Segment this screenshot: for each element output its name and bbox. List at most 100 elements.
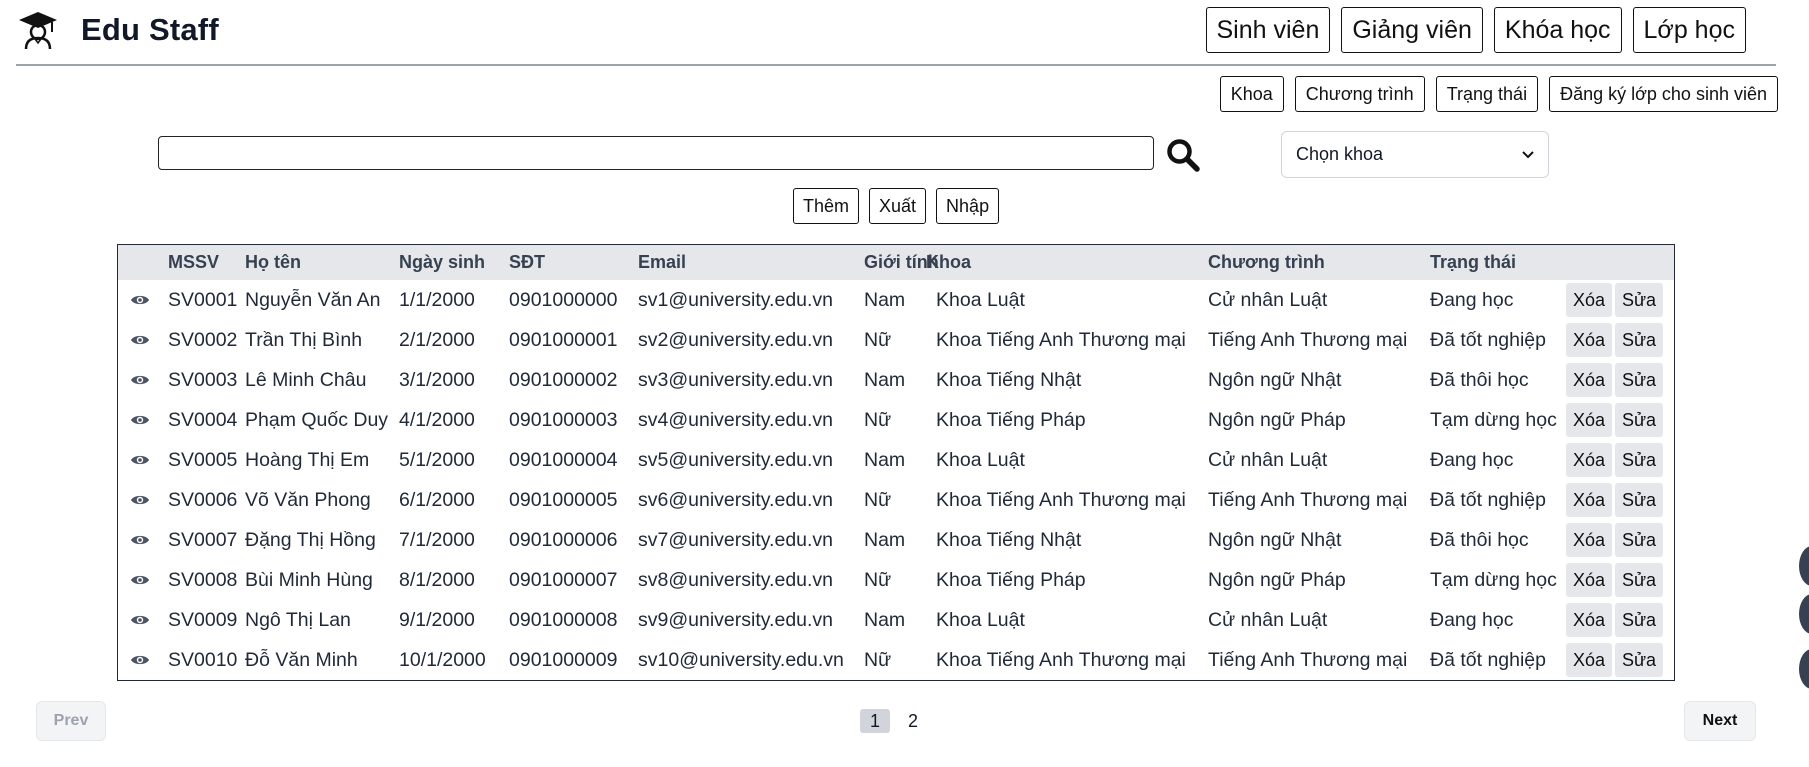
cell-gender: Nam (864, 528, 906, 551)
search-input[interactable] (158, 136, 1154, 170)
delete-button[interactable]: Xóa (1566, 283, 1613, 317)
cell-student-id: SV0008 (168, 568, 238, 591)
col-faculty: Khoa (926, 245, 1198, 280)
cell-name: Trần Thị Bình (245, 328, 363, 351)
export-button[interactable]: Xuất (869, 188, 927, 224)
eye-icon[interactable] (130, 373, 150, 387)
eye-icon[interactable] (130, 493, 150, 507)
eye-icon[interactable] (130, 333, 150, 347)
cell-edit: Sửa (1615, 440, 1674, 480)
next-page-button[interactable]: Next (1684, 701, 1756, 741)
cell-status: Tạm dừng học (1430, 568, 1557, 591)
cell-dob: 6/1/2000 (399, 488, 475, 511)
prev-page-button[interactable]: Prev (36, 701, 106, 741)
cell-edit: Sửa (1615, 280, 1674, 320)
cell-phone: 0901000008 (509, 608, 618, 631)
delete-button[interactable]: Xóa (1566, 363, 1613, 397)
delete-button[interactable]: Xóa (1566, 603, 1613, 637)
cell-phone: 0901000005 (509, 488, 618, 511)
delete-button[interactable]: Xóa (1566, 483, 1613, 517)
cell-name: Hoàng Thị Em (245, 448, 370, 471)
delete-button[interactable]: Xóa (1566, 523, 1613, 557)
delete-button[interactable]: Xóa (1566, 403, 1613, 437)
search-icon[interactable] (1166, 138, 1200, 172)
cell-delete: Xóa (1566, 320, 1615, 360)
edit-button[interactable]: Sửa (1615, 603, 1664, 637)
cell-edit: Sửa (1615, 640, 1674, 680)
students-table: MSSV Họ tên Ngày sinh SĐT Email Giới tín… (117, 244, 1675, 681)
nav-classes-button[interactable]: Lớp học (1632, 7, 1746, 53)
edit-button[interactable]: Sửa (1615, 323, 1664, 357)
cell-program: Cử nhân Luật (1208, 448, 1328, 471)
nav-students-button[interactable]: Sinh viên (1205, 7, 1331, 53)
table-row: SV0009 Ngô Thị Lan 9/1/2000 0901000008 sv9@u… (118, 600, 1674, 640)
col-status: Trạng thái (1420, 245, 1566, 280)
floating-action-button[interactable] (1799, 649, 1809, 689)
program-button[interactable]: Chương trình (1294, 76, 1425, 112)
delete-button[interactable]: Xóa (1566, 563, 1613, 597)
edit-button[interactable]: Sửa (1615, 483, 1664, 517)
cell-student-id: SV0001 (168, 288, 238, 311)
graduation-cap-icon (19, 12, 57, 50)
cell-email: sv4@university.edu.vn (638, 408, 834, 431)
delete-button[interactable]: Xóa (1566, 643, 1613, 677)
eye-icon[interactable] (130, 533, 150, 547)
main-nav: Sinh viên Giảng viên Khóa học Lớp học (1205, 7, 1746, 53)
eye-icon[interactable] (130, 573, 150, 587)
register-class-button[interactable]: Đăng ký lớp cho sinh viên (1549, 76, 1778, 112)
cell-phone: 0901000006 (509, 528, 618, 551)
nav-courses-button[interactable]: Khóa học (1493, 7, 1622, 53)
cell-view (118, 520, 158, 560)
cell-delete: Xóa (1566, 400, 1615, 440)
edit-button[interactable]: Sửa (1615, 283, 1664, 317)
floating-action-button[interactable] (1799, 594, 1809, 634)
cell-name: Đỗ Văn Minh (245, 648, 358, 671)
cell-dob: 3/1/2000 (399, 368, 475, 391)
eye-icon[interactable] (130, 293, 150, 307)
cell-email: sv10@university.edu.vn (638, 648, 844, 671)
cell-gender: Nam (864, 368, 906, 391)
page-1-button[interactable]: 1 (860, 709, 890, 733)
cell-delete: Xóa (1566, 440, 1615, 480)
edit-button[interactable]: Sửa (1615, 443, 1664, 477)
cell-view (118, 440, 158, 480)
edit-button[interactable]: Sửa (1615, 563, 1664, 597)
import-button[interactable]: Nhập (936, 188, 1000, 224)
cell-email: sv1@university.edu.vn (638, 288, 834, 311)
edit-button[interactable]: Sửa (1615, 403, 1664, 437)
page-2-button[interactable]: 2 (898, 709, 928, 733)
cell-view (118, 560, 158, 600)
nav-lecturers-button[interactable]: Giảng viên (1341, 7, 1483, 53)
cell-name: Lê Minh Châu (245, 368, 367, 391)
cell-status: Tạm dừng học (1430, 408, 1557, 431)
cell-faculty: Khoa Tiếng Nhật (936, 528, 1082, 551)
cell-student-id: SV0009 (168, 608, 238, 631)
cell-dob: 1/1/2000 (399, 288, 475, 311)
cell-name: Bùi Minh Hùng (245, 568, 373, 591)
edit-button[interactable]: Sửa (1615, 523, 1664, 557)
faculty-select[interactable]: Chọn khoa (1281, 131, 1549, 178)
cell-view (118, 360, 158, 400)
cell-gender: Nữ (864, 488, 892, 511)
eye-icon[interactable] (130, 413, 150, 427)
action-bar: Thêm Xuất Nhập (793, 188, 1000, 224)
table-row: SV0002 Trần Thị Bình 2/1/2000 0901000001 sv2… (118, 320, 1674, 360)
cell-edit: Sửa (1615, 560, 1674, 600)
delete-button[interactable]: Xóa (1566, 443, 1613, 477)
cell-program: Ngôn ngữ Nhật (1208, 368, 1342, 391)
add-button[interactable]: Thêm (793, 188, 860, 224)
eye-icon[interactable] (130, 653, 150, 667)
delete-button[interactable]: Xóa (1566, 323, 1613, 357)
edit-button[interactable]: Sửa (1615, 363, 1664, 397)
table-header-row: MSSV Họ tên Ngày sinh SĐT Email Giới tín… (118, 245, 1674, 280)
brand-title: Edu Staff (81, 12, 219, 47)
edit-button[interactable]: Sửa (1615, 643, 1664, 677)
cell-status: Đang học (1430, 288, 1514, 311)
eye-icon[interactable] (130, 613, 150, 627)
status-button[interactable]: Trạng thái (1435, 76, 1539, 112)
eye-icon[interactable] (130, 453, 150, 467)
cell-email: sv8@university.edu.vn (638, 568, 834, 591)
faculty-button[interactable]: Khoa (1219, 76, 1284, 112)
floating-action-button[interactable] (1799, 546, 1809, 586)
cell-dob: 9/1/2000 (399, 608, 475, 631)
